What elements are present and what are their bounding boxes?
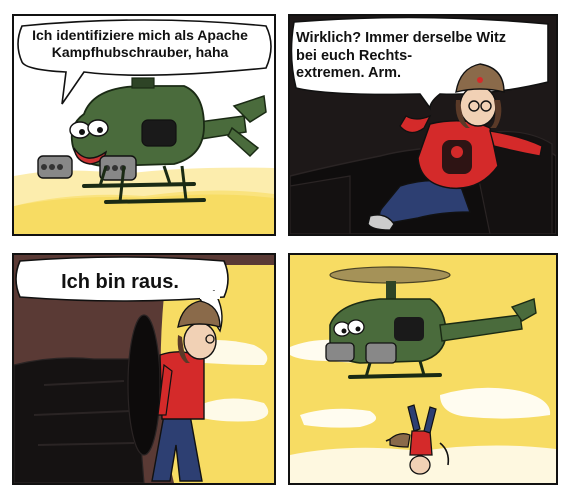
comic-panel-4 bbox=[288, 253, 558, 485]
speech-bubble-panel-1: Ich identifiziere mich als Apache Kampfh… bbox=[32, 27, 248, 61]
panel-4-illustration bbox=[290, 255, 556, 483]
speech-bubble-panel-2: Wirklich? Immer derselbe Witz bei euch R… bbox=[296, 30, 507, 82]
speech-bubble-panel-3: Ich bin raus. bbox=[61, 271, 179, 293]
